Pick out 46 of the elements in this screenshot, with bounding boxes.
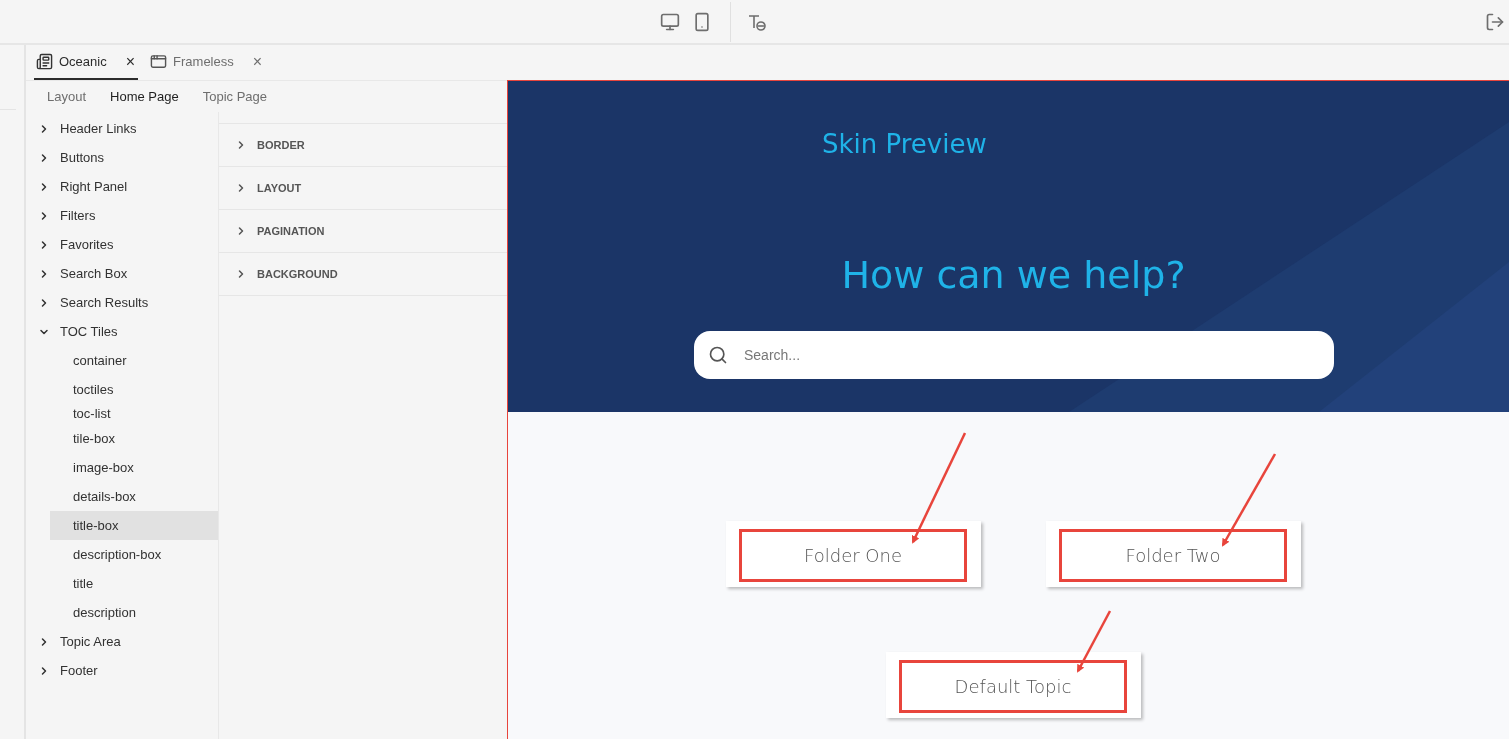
tree-item[interactable]: Search Results [26, 288, 218, 317]
folder-tile[interactable]: Folder Two [1046, 521, 1301, 587]
close-button[interactable]: × [251, 53, 264, 70]
exit-icon[interactable] [1485, 11, 1505, 32]
search-icon [708, 345, 728, 365]
tab-label: Oceanic [59, 52, 107, 71]
tree-child-item[interactable]: container [50, 346, 218, 375]
tree-child-item[interactable]: toc-list [50, 404, 218, 424]
tree-item[interactable]: Right Panel [26, 172, 218, 201]
tree-child-item[interactable]: description-box [50, 540, 218, 569]
tab-label: Frameless [173, 52, 234, 71]
tree-item[interactable]: Search Box [26, 259, 218, 288]
search-box[interactable]: Search... [694, 331, 1334, 379]
folder-tile[interactable]: Folder One [726, 521, 981, 587]
tree-child-item[interactable]: toctiles [50, 375, 218, 404]
search-field[interactable]: Search... [744, 344, 1334, 366]
layout-icon [36, 53, 53, 70]
annotation-arrow [1076, 610, 1112, 673]
tree-child-item[interactable]: tile-box [50, 424, 218, 453]
tree-item[interactable]: Filters [26, 201, 218, 230]
skin-preview-title: Skin Preview [822, 128, 988, 161]
tree-child-item[interactable]: details-box [50, 482, 218, 511]
desktop-icon[interactable] [660, 11, 680, 32]
tree-item[interactable]: Buttons [26, 143, 218, 172]
help-heading: How can we help? [841, 256, 1186, 294]
tile-title: Default Topic [954, 675, 1072, 699]
tree-item[interactable]: TOC Tiles [26, 317, 218, 346]
page-tab[interactable]: Layout [47, 86, 87, 107]
tree-item[interactable]: Favorites [26, 230, 218, 259]
tree-item[interactable]: Topic Area [26, 627, 218, 656]
page-tab[interactable]: Topic Page [202, 86, 268, 107]
tree-child-item[interactable]: description [50, 598, 218, 627]
tile-title: Folder One [804, 544, 902, 568]
tree-child-item[interactable]: title-box [50, 511, 218, 540]
mobile-icon[interactable] [692, 11, 712, 32]
tree-child-item[interactable]: title [50, 569, 218, 598]
page-tab[interactable]: Home Page [110, 86, 179, 107]
tree-item[interactable]: Footer [26, 656, 218, 685]
window-icon [150, 53, 168, 70]
folder-tile[interactable]: Default Topic [886, 652, 1141, 718]
tile-title: Folder Two [1125, 544, 1221, 568]
skin-tab[interactable]: Oceanic × [34, 45, 139, 80]
tree-item[interactable]: Header Links [26, 114, 218, 143]
close-button[interactable]: × [124, 53, 137, 70]
skin-tab[interactable]: Frameless × [148, 45, 266, 80]
tree-child-item[interactable]: image-box [50, 453, 218, 482]
